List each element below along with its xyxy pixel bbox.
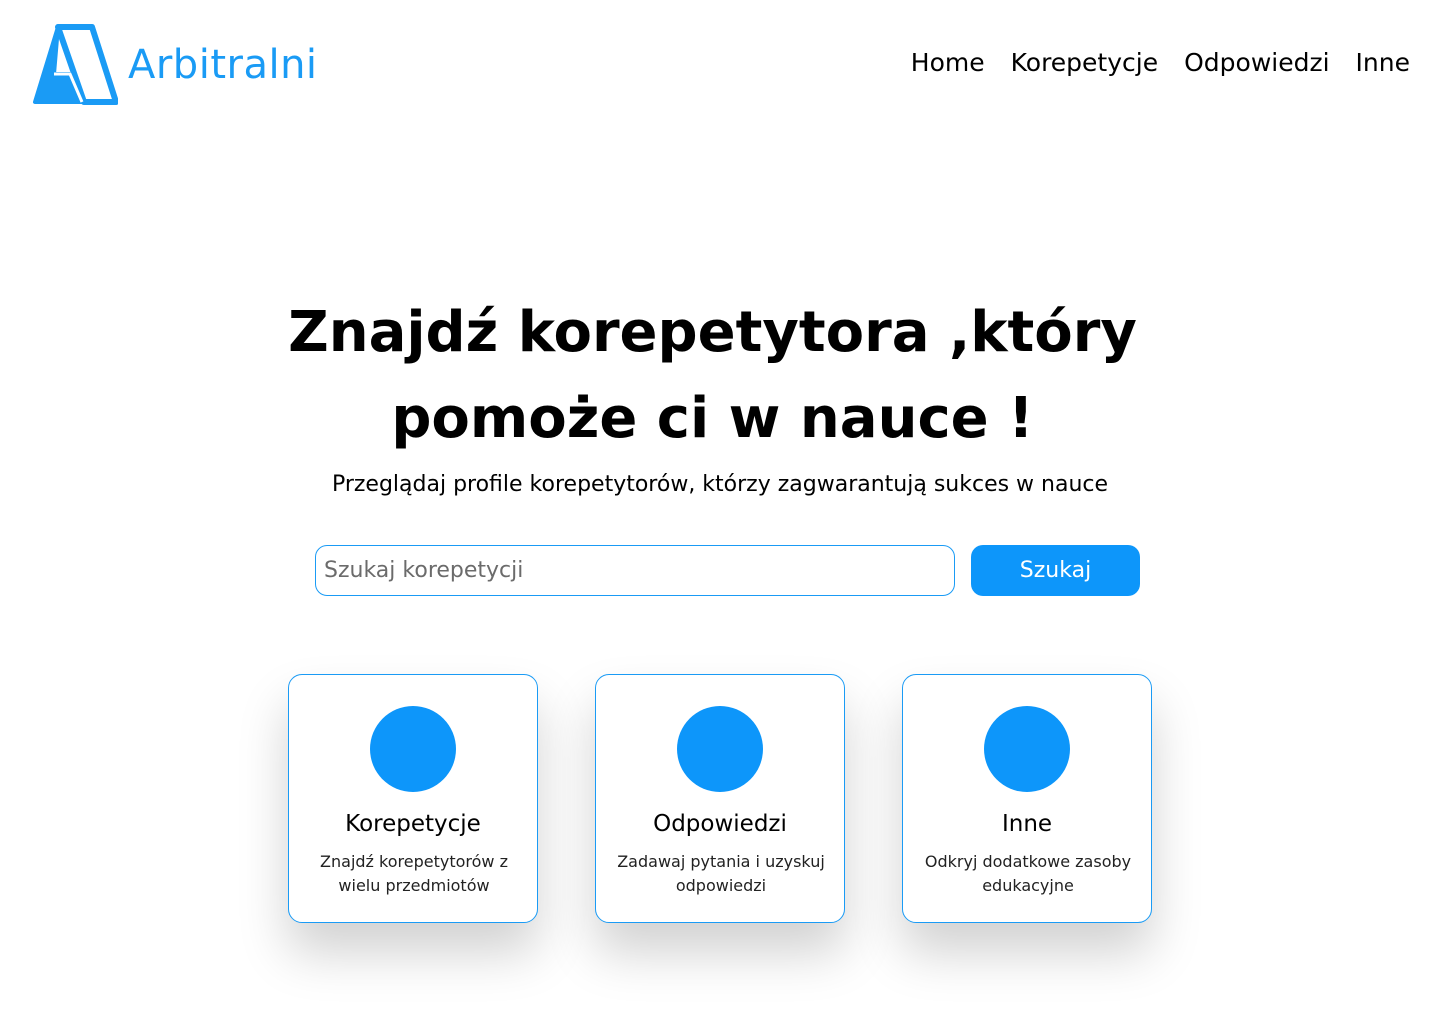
- card-icon-circle: [677, 706, 763, 792]
- hero-title-line-1: Znajdź korepetytora ,który: [288, 300, 1137, 365]
- hero-subtitle: Przeglądaj profile korepetytorów, którzy…: [331, 472, 1109, 497]
- logo-text: Arbitralni: [128, 42, 318, 88]
- card-title: Korepetycje: [345, 811, 481, 837]
- page: Arbitralni Home Korepetycje Odpowiedzi I…: [0, 0, 1440, 1024]
- card-odpowiedzi[interactable]: Odpowiedzi Zadawaj pytania i uzyskuj odp…: [595, 674, 845, 923]
- nav-home[interactable]: Home: [911, 48, 985, 77]
- header: Arbitralni Home Korepetycje Odpowiedzi I…: [0, 0, 1440, 130]
- nav-korepetycje[interactable]: Korepetycje: [1011, 48, 1158, 77]
- search-button[interactable]: Szukaj: [971, 545, 1140, 596]
- nav-inne[interactable]: Inne: [1356, 48, 1410, 77]
- card-description: Zadawaj pytania i uzyskuj odpowiedzi: [617, 852, 825, 895]
- nav-odpowiedzi[interactable]: Odpowiedzi: [1184, 48, 1329, 77]
- logo-icon: [33, 24, 118, 105]
- card-korepetycje[interactable]: Korepetycje Znajdź korepetytorów z wielu…: [288, 674, 538, 923]
- hero-title-line-2: pomoże ci w nauce !: [391, 386, 1034, 451]
- card-description: Znajdź korepetytorów z wielu przedmiotów: [320, 852, 508, 895]
- logo-link[interactable]: Arbitralni: [32, 24, 318, 106]
- hero-title: Znajdź korepetytora ,który pomoże ci w n…: [0, 290, 1425, 462]
- card-description: Odkryj dodatkowe zasoby edukacyjne: [924, 852, 1132, 895]
- card-title: Inne: [1001, 811, 1053, 837]
- card-icon-circle: [370, 706, 456, 792]
- search-input[interactable]: [315, 545, 955, 596]
- card-inne[interactable]: Inne Odkryj dodatkowe zasoby edukacyjne: [902, 674, 1152, 923]
- main-nav: Home Korepetycje Odpowiedzi Inne: [911, 48, 1410, 77]
- card-title: Odpowiedzi: [653, 811, 787, 837]
- card-icon-circle: [984, 706, 1070, 792]
